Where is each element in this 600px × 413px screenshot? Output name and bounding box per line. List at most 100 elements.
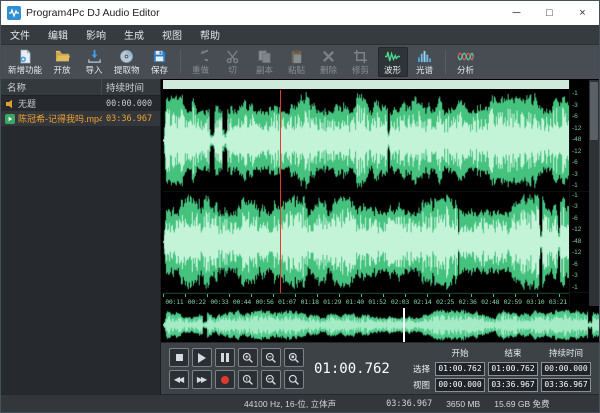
time-tick: 01:29 — [321, 298, 344, 306]
toolbar-button-label: 修剪 — [352, 66, 369, 75]
file-row-untitled[interactable]: 无题 00:00.000 — [1, 96, 160, 111]
overview-minimap[interactable] — [163, 308, 599, 342]
db-label: -6 — [570, 262, 589, 269]
minimize-button[interactable]: ─ — [500, 1, 533, 25]
zoom-vertical-in-button[interactable] — [238, 370, 258, 389]
toolbar-button-label: 切 — [228, 66, 237, 75]
transport-bar: ◀◀ ▶▶ 01:00.762 开始 结束 持续时间 选择 01:00.762 … — [161, 342, 599, 394]
waveform-channel-right[interactable] — [163, 192, 569, 294]
spectrum-icon — [417, 49, 432, 64]
time-tick: 02:59 — [501, 298, 524, 306]
vertical-scrollbar[interactable] — [589, 80, 599, 306]
transport-buttons: ◀◀ ▶▶ — [169, 348, 304, 389]
undo-icon — [193, 49, 208, 64]
db-label: -3 — [570, 103, 589, 110]
selection-bar[interactable] — [163, 80, 569, 89]
menu-help[interactable]: 帮助 — [191, 25, 229, 44]
time-tick: 03:21 — [547, 298, 570, 306]
cut-button[interactable]: 切 — [218, 47, 248, 77]
column-header-duration[interactable]: 持续时间 — [102, 80, 160, 94]
zoom-vertical-out-button[interactable] — [261, 370, 281, 389]
file-list-panel: 名称 持续时间 无题 00:00.000 陈冠希-记得我吗.mp4 03:36.… — [1, 79, 161, 394]
delete-button[interactable]: 删除 — [314, 47, 344, 77]
header-end: 结束 — [488, 347, 538, 359]
pause-button[interactable] — [215, 348, 235, 367]
selection-row-label: 选择 — [404, 363, 432, 375]
rewind-icon: ◀◀ — [174, 375, 184, 384]
menubar: 文件 编辑 影响 生成 视图 帮助 — [1, 25, 599, 45]
toolbar-button-label: 新增功能 — [8, 66, 42, 75]
window-title: Program4Pc DJ Audio Editor — [26, 7, 160, 19]
toolbar-button-label: 粘贴 — [288, 66, 305, 75]
time-tick: 00:11 — [163, 298, 186, 306]
time-tick: 01:40 — [344, 298, 367, 306]
record-icon — [221, 376, 229, 384]
playhead-cursor[interactable] — [280, 90, 281, 293]
maximize-button[interactable]: □ — [533, 1, 566, 25]
view-start-field[interactable]: 00:00.000 — [435, 378, 485, 392]
copy-button[interactable]: 副本 — [250, 47, 280, 77]
menu-file[interactable]: 文件 — [1, 25, 39, 44]
paste-button[interactable]: 粘贴 — [282, 47, 312, 77]
waveform-channel-left[interactable] — [163, 90, 569, 192]
db-label: -6 — [570, 216, 589, 223]
menu-view[interactable]: 视图 — [153, 25, 191, 44]
editor-column: 00:1100:2200:3300:4400:5601:0701:1801:29… — [161, 79, 599, 394]
analyze-button[interactable]: 分析 — [451, 47, 481, 77]
zoom-full-button[interactable] — [284, 370, 304, 389]
toolbar-button-label: 光谱 — [416, 66, 433, 75]
status-audio-format: 44100 Hz, 16-位, 立体声 — [244, 398, 336, 410]
minimap-cursor[interactable] — [403, 308, 405, 342]
file-name: 无题 — [18, 97, 102, 110]
waveform-area: 00:1100:2200:3300:4400:5601:0701:1801:29… — [161, 79, 599, 342]
time-ruler[interactable]: 00:1100:2200:3300:4400:5601:0701:1801:29… — [163, 293, 569, 306]
selection-duration-field[interactable]: 00:00.000 — [541, 362, 591, 376]
record-button[interactable] — [215, 370, 235, 389]
column-header-name[interactable]: 名称 — [1, 79, 102, 95]
extract-button[interactable]: 提取物 — [111, 47, 143, 77]
play-button[interactable] — [192, 348, 212, 367]
selection-start-field[interactable]: 01:00.762 — [435, 362, 485, 376]
time-tick: 03:10 — [524, 298, 547, 306]
cut-icon — [225, 49, 240, 64]
time-tick: 02:48 — [479, 298, 502, 306]
view-end-field[interactable]: 03:36.967 — [488, 378, 538, 392]
scrollbar-thumb[interactable] — [590, 82, 598, 140]
db-label: -6 — [570, 160, 589, 167]
selection-end-field[interactable]: 01:00.762 — [488, 362, 538, 376]
file-row-selected[interactable]: 陈冠希-记得我吗.mp4 03:36.967 — [1, 111, 160, 126]
header-start: 开始 — [435, 347, 485, 359]
waveform-view-button[interactable]: 波形 — [378, 47, 408, 77]
close-button[interactable]: × — [566, 1, 599, 25]
open-button[interactable]: 开放 — [47, 47, 77, 77]
toolbar-button-label: 提取物 — [114, 66, 140, 75]
file-list-header: 名称 持续时间 — [1, 79, 160, 96]
rewind-button[interactable]: ◀◀ — [169, 370, 189, 389]
menu-effects[interactable]: 影响 — [77, 25, 115, 44]
view-duration-field[interactable]: 03:36.967 — [541, 378, 591, 392]
db-label: -3 — [570, 273, 589, 280]
spectrum-view-button[interactable]: 光谱 — [410, 47, 440, 77]
trim-button[interactable]: 修剪 — [346, 47, 376, 77]
import-button[interactable]: 导入 — [79, 47, 109, 77]
ruler-tick-marks — [163, 294, 569, 297]
menu-generate[interactable]: 生成 — [115, 25, 153, 44]
save-button[interactable]: 保存 — [145, 47, 175, 77]
new-features-button[interactable]: 新增功能 — [5, 47, 45, 77]
selection-panel: 开始 结束 持续时间 选择 01:00.762 01:00.762 00:00.… — [404, 346, 591, 392]
redo-button[interactable]: 重做 — [186, 47, 216, 77]
app-icon — [7, 6, 21, 20]
db-label: -12 — [570, 227, 589, 234]
time-tick: 01:18 — [298, 298, 321, 306]
zoom-in-button[interactable] — [238, 348, 258, 367]
waveform-plot[interactable]: 00:1100:2200:3300:4400:5601:0701:1801:29… — [163, 80, 569, 306]
header-duration: 持续时间 — [541, 347, 591, 359]
zoom-selection-button[interactable] — [284, 348, 304, 367]
view-row-label: 视图 — [404, 379, 432, 391]
fast-forward-icon: ▶▶ — [197, 375, 207, 384]
toolbar-button-label: 波形 — [384, 66, 401, 75]
fast-forward-button[interactable]: ▶▶ — [192, 370, 212, 389]
zoom-out-button[interactable] — [261, 348, 281, 367]
stop-button[interactable] — [169, 348, 189, 367]
menu-edit[interactable]: 编辑 — [39, 25, 77, 44]
